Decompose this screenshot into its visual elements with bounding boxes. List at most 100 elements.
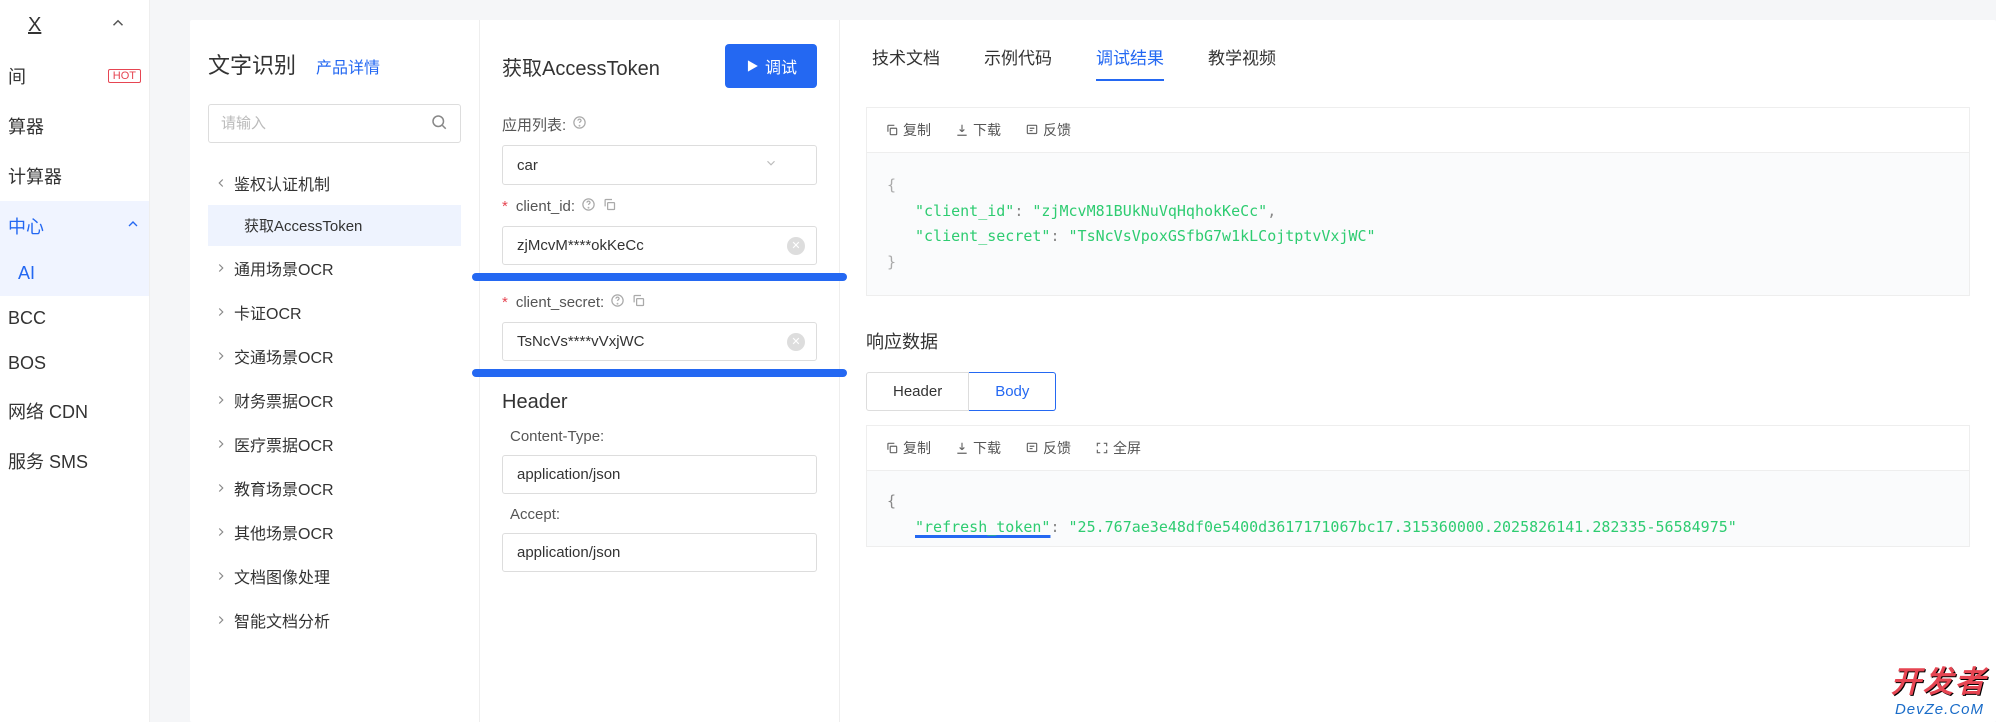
nav-item-ai[interactable]: AI [0,251,149,296]
nav-label: 服务 SMS [8,448,141,474]
chevron-right-icon [214,261,234,275]
download-icon [955,441,969,455]
help-icon[interactable] [572,115,587,134]
nav-label: 中心 [8,213,125,239]
tree-label: 教育场景OCR [234,476,334,500]
tree-label: 其他场景OCR [234,520,334,544]
nav-item-calc1[interactable]: 算器 [0,101,149,151]
client-secret-input[interactable] [502,322,817,361]
tab-tech-doc[interactable]: 技术文档 [872,44,940,81]
tree-group-other-ocr[interactable]: 其他场景OCR [208,510,461,554]
nav-item-time[interactable]: 间 HOT [0,51,149,101]
content-type-input[interactable] [502,455,817,494]
seg-body[interactable]: Body [969,372,1056,411]
client-secret-label: *client_secret: [502,293,817,312]
tab-debug-result[interactable]: 调试结果 [1096,44,1164,81]
tree-group-medical-ocr[interactable]: 医疗票据OCR [208,422,461,466]
tree-label: 交通场景OCR [234,344,334,368]
feedback-button[interactable]: 反馈 [1025,438,1071,458]
debug-button-label: 调试 [765,54,797,78]
response-json-box: { "refresh_token": "25.767ae3e48df0e5400… [866,470,1970,547]
tree-label: 智能文档分析 [234,608,330,632]
tree-group-card-ocr[interactable]: 卡证OCR [208,290,461,334]
feedback-button[interactable]: 反馈 [1025,120,1071,140]
tree-group-traffic-ocr[interactable]: 交通场景OCR [208,334,461,378]
app-list-select[interactable]: car [502,145,817,185]
fullscreen-button[interactable]: 全屏 [1095,438,1141,458]
search-input[interactable] [221,115,430,132]
chevron-down-icon [214,176,234,190]
chevron-right-icon [214,437,234,451]
chevron-right-icon [214,481,234,495]
tree-item-access-token[interactable]: 获取AccessToken [208,205,461,246]
tree-group-edu-ocr[interactable]: 教育场景OCR [208,466,461,510]
tree-group-auth[interactable]: 鉴权认证机制 [208,161,461,205]
nav-item-bos[interactable]: BOS [0,341,149,386]
copy-icon[interactable] [631,293,646,312]
request-toolbar: 复制 下载 反馈 [866,107,1970,152]
feedback-icon [1025,441,1039,455]
client-id-label: *client_id: [502,197,817,216]
debug-button[interactable]: 调试 [725,44,817,88]
chevron-right-icon [214,393,234,407]
chevron-down-icon [764,156,778,174]
copy-button[interactable]: 复制 [885,120,931,140]
accept-input[interactable] [502,533,817,572]
copy-button[interactable]: 复制 [885,438,931,458]
request-json-box: { "client_id": "zjMcvM81BUkNuVqHqhokKeCc… [866,152,1970,296]
copy-icon[interactable] [602,197,617,216]
nav-item-calc2[interactable]: 计算器 [0,151,149,201]
tree-group-finance-ocr[interactable]: 财务票据OCR [208,378,461,422]
result-tabs: 技术文档 示例代码 调试结果 教学视频 [866,44,1970,81]
nav-item-center[interactable]: 中心 [0,201,149,251]
download-icon [955,123,969,137]
response-toolbar: 复制 下载 反馈 全屏 [866,425,1970,470]
accept-label: Accept: [510,506,817,523]
tree-label: 财务票据OCR [234,388,334,412]
nav-label: 间 [8,63,102,89]
product-detail-link[interactable]: 产品详情 [316,54,380,78]
highlight-underline [472,273,847,281]
tree-group-smart-doc[interactable]: 智能文档分析 [208,598,461,642]
copy-icon [885,123,899,137]
nav-item-sms[interactable]: 服务 SMS [0,436,149,486]
nav-label: 计算器 [8,163,141,189]
copy-icon [885,441,899,455]
response-title: 响应数据 [866,328,1970,354]
download-button[interactable]: 下载 [955,120,1001,140]
left-sidebar: X 间 HOT 算器 计算器 中心 AI BCC BOS 网络 CDN 服务 S… [0,0,150,722]
chevron-right-icon [214,525,234,539]
tab-sample-code[interactable]: 示例代码 [984,44,1052,81]
feedback-icon [1025,123,1039,137]
tree-group-doc-image[interactable]: 文档图像处理 [208,554,461,598]
chevron-right-icon [214,569,234,583]
help-icon[interactable] [610,293,625,312]
download-button[interactable]: 下载 [955,438,1001,458]
close-x-icon[interactable]: X [22,14,41,37]
tree-label: 通用场景OCR [234,256,334,280]
chevron-right-icon [214,613,234,627]
hot-badge: HOT [108,69,141,83]
play-icon [745,59,759,73]
tab-video[interactable]: 教学视频 [1208,44,1276,81]
help-icon[interactable] [581,197,596,216]
tree-label: 医疗票据OCR [234,432,334,456]
seg-header[interactable]: Header [866,372,969,411]
nav-label: BOS [8,353,141,374]
search-box[interactable] [208,104,461,143]
clear-icon[interactable]: ✕ [787,237,805,255]
nav-item-bcc[interactable]: BCC [0,296,149,341]
nav-label: BCC [8,308,141,329]
nav-label: AI [18,263,141,284]
tree-group-general-ocr[interactable]: 通用场景OCR [208,246,461,290]
search-icon[interactable] [430,113,448,134]
clear-icon[interactable]: ✕ [787,333,805,351]
client-id-input[interactable] [502,226,817,265]
app-list-label: 应用列表: [502,114,817,135]
nav-item-cdn[interactable]: 网络 CDN [0,386,149,436]
content-type-label: Content-Type: [510,428,817,445]
nav-label: 网络 CDN [8,398,141,424]
tree-label: 卡证OCR [234,300,302,324]
collapse-icon[interactable] [109,14,127,37]
chevron-right-icon [214,305,234,319]
